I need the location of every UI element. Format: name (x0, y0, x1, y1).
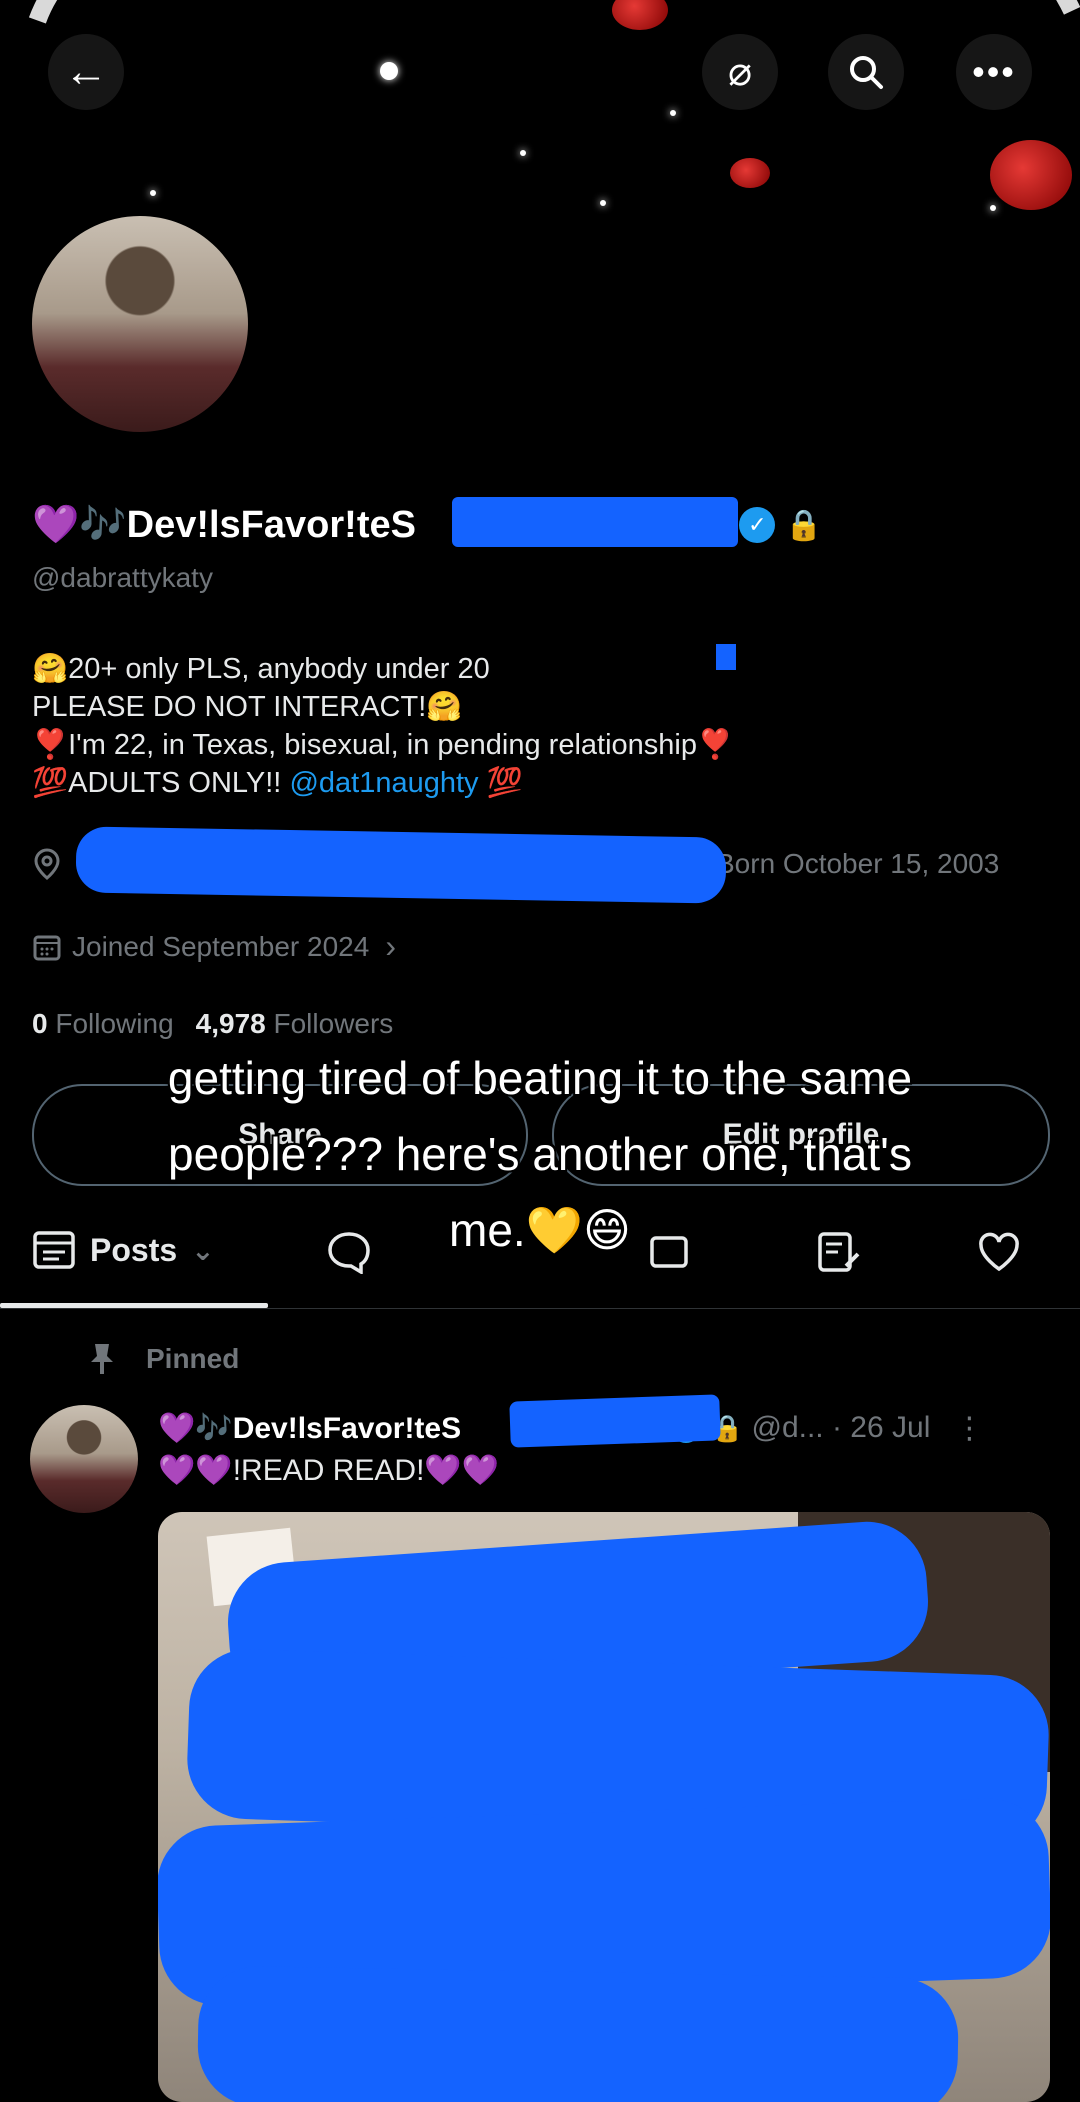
banner-rose (730, 158, 770, 188)
grok-icon: ⌀ (727, 50, 753, 94)
bio-line: PLEASE DO NOT INTERACT!🤗 (32, 691, 463, 723)
post-handle-time: @d... · 26 Jul (751, 1411, 931, 1444)
profile-handle: @dabrattykaty (32, 562, 213, 593)
verified-badge-icon: ✓ (739, 507, 776, 543)
overlay-caption: getting tired of beating it to the same … (30, 1040, 1050, 1268)
back-button[interactable]: ← (48, 34, 124, 110)
banner-star (520, 150, 526, 156)
post-text: 💜💜!READ READ!💜💜 (158, 1454, 500, 1487)
post-media-image[interactable] (158, 1512, 1050, 2102)
caption-line: getting tired of beating it to the same (167, 1052, 913, 1104)
followers-link[interactable]: 4,978 Followers (196, 1008, 394, 1040)
post-author-name[interactable]: 💜🎶Dev!lsFavor!teS (158, 1411, 461, 1446)
bio-line: 🤗20+ only PLS, anybody under 20 (32, 653, 490, 685)
lock-icon: 🔒 (785, 508, 823, 542)
profile-banner[interactable] (0, 0, 1080, 245)
following-label: Following (55, 1008, 174, 1039)
bio-line: 💯ADULTS ONLY!! @dat1naughty 💯 (32, 764, 1032, 802)
arrow-left-icon: ← (64, 47, 108, 96)
chevron-right-icon: › (385, 928, 396, 964)
pin-icon (91, 1344, 113, 1374)
banner-star (380, 62, 398, 80)
divider (0, 1308, 1080, 1309)
redaction-mark (509, 1394, 721, 1448)
location-row (32, 848, 62, 880)
joined-text: Joined September 2024 (72, 930, 370, 962)
follow-stats: 0 Following 4,978 Followers (32, 1008, 393, 1040)
post-more-icon[interactable]: ⋮ (954, 1411, 984, 1446)
birth-date-text: Born October 15, 2003 (716, 848, 1000, 879)
location-pin-icon (34, 848, 60, 880)
following-count: 0 (32, 1008, 48, 1039)
following-link[interactable]: 0 Following (32, 1008, 174, 1040)
followers-count: 4,978 (195, 1008, 266, 1039)
redaction-mark (452, 497, 738, 547)
banner-rose (612, 0, 668, 30)
joined-row[interactable]: Joined September 2024 › (32, 928, 396, 965)
banner-star (670, 110, 676, 116)
more-icon: ••• (972, 51, 1016, 92)
followers-label: Followers (273, 1008, 394, 1039)
redaction-mark (716, 644, 736, 670)
pinned-indicator: Pinned (88, 1342, 239, 1376)
banner-star (150, 190, 156, 196)
profile-avatar[interactable] (28, 212, 252, 436)
more-button[interactable]: ••• (956, 34, 1032, 110)
redaction-mark (196, 1965, 960, 2102)
search-icon (850, 56, 883, 89)
calendar-icon (33, 935, 61, 960)
caption-line: me.💛😄 (449, 1204, 631, 1256)
banner-star (990, 205, 996, 211)
bio-mention-link[interactable]: @dat1naughty (289, 767, 478, 799)
bio-line-suffix: 💯 (486, 767, 523, 799)
banner-rose (990, 140, 1072, 210)
search-button[interactable] (828, 34, 904, 110)
display-name-text: 💜🎶Dev!lsFavor!teS (32, 504, 416, 546)
caption-line: people??? here's another one, that's (168, 1128, 912, 1180)
post-author-avatar[interactable] (30, 1405, 138, 1513)
banner-star (600, 200, 606, 206)
banner-letter-a (0, 0, 365, 245)
birth-date: Born October 15, 2003 (716, 848, 999, 880)
bio-line: ❣️I'm 22, in Texas, bisexual, in pending… (32, 729, 734, 761)
pinned-label: Pinned (146, 1343, 240, 1374)
grok-button[interactable]: ⌀ (702, 34, 778, 110)
profile-bio: 🤗20+ only PLS, anybody under 20 PLEASE D… (32, 650, 1032, 802)
bio-line-text: 💯ADULTS ONLY!! (32, 767, 282, 799)
redaction-mark (75, 826, 727, 904)
